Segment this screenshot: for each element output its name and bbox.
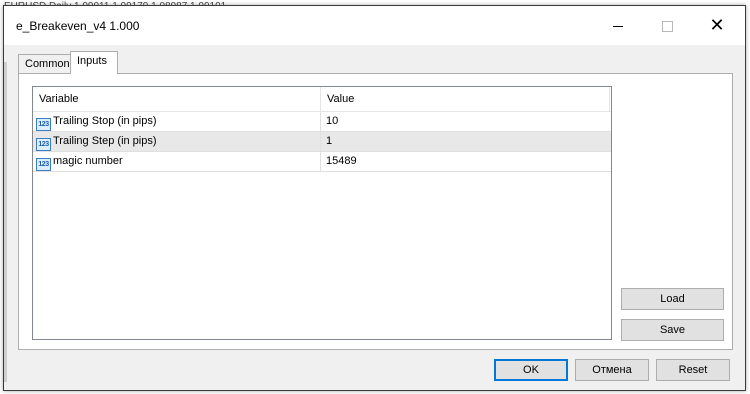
close-button[interactable]: ✕	[694, 6, 740, 45]
maximize-button	[644, 6, 690, 45]
grid-header: Variable Value	[33, 87, 611, 112]
tab-common[interactable]: Common	[18, 54, 71, 73]
integer-type-icon: 123	[36, 118, 51, 131]
variable-name: magic number	[53, 155, 123, 167]
integer-type-icon: 123	[36, 158, 51, 171]
value-cell[interactable]: 10	[321, 112, 611, 131]
integer-type-icon: 123	[36, 138, 51, 151]
maximize-icon	[661, 20, 673, 32]
background-window-edge	[4, 62, 7, 382]
title-bar[interactable]: e_Breakeven_v4 1.000 ✕	[4, 6, 745, 45]
variable-name: Trailing Step (in pips)	[53, 135, 157, 147]
value-cell[interactable]: 15489	[321, 152, 611, 171]
inputs-grid[interactable]: Variable Value 123 Trailing Stop (in pips…	[32, 86, 612, 340]
value-cell[interactable]: 1	[321, 132, 611, 151]
window-title: e_Breakeven_v4 1.000	[16, 19, 140, 33]
inputs-panel: Variable Value 123 Trailing Stop (in pips…	[18, 73, 733, 350]
reset-button[interactable]: Reset	[656, 359, 730, 381]
table-row-selected[interactable]: 123 Trailing Step (in pips) 1	[33, 132, 611, 152]
variable-cell[interactable]: 123 Trailing Step (in pips)	[36, 132, 321, 151]
column-header-value[interactable]: Value	[321, 87, 611, 111]
tab-inputs[interactable]: Inputs	[70, 51, 118, 74]
expert-properties-dialog: e_Breakeven_v4 1.000 ✕ Common Inputs Var…	[3, 5, 746, 391]
ok-button[interactable]: OK	[494, 359, 568, 381]
variable-cell[interactable]: 123 Trailing Stop (in pips)	[36, 112, 321, 131]
cancel-button[interactable]: Отмена	[575, 359, 649, 381]
variable-cell[interactable]: 123 magic number	[36, 152, 321, 171]
minimize-icon	[613, 25, 623, 27]
save-button[interactable]: Save	[621, 319, 724, 341]
table-row[interactable]: 123 magic number 15489	[33, 152, 611, 172]
close-icon: ✕	[709, 15, 725, 35]
variable-name: Trailing Stop (in pips)	[53, 115, 157, 127]
column-header-variable[interactable]: Variable	[33, 87, 321, 111]
table-row[interactable]: 123 Trailing Stop (in pips) 10	[33, 112, 611, 132]
minimize-button[interactable]	[595, 6, 641, 45]
load-button[interactable]: Load	[621, 288, 724, 310]
